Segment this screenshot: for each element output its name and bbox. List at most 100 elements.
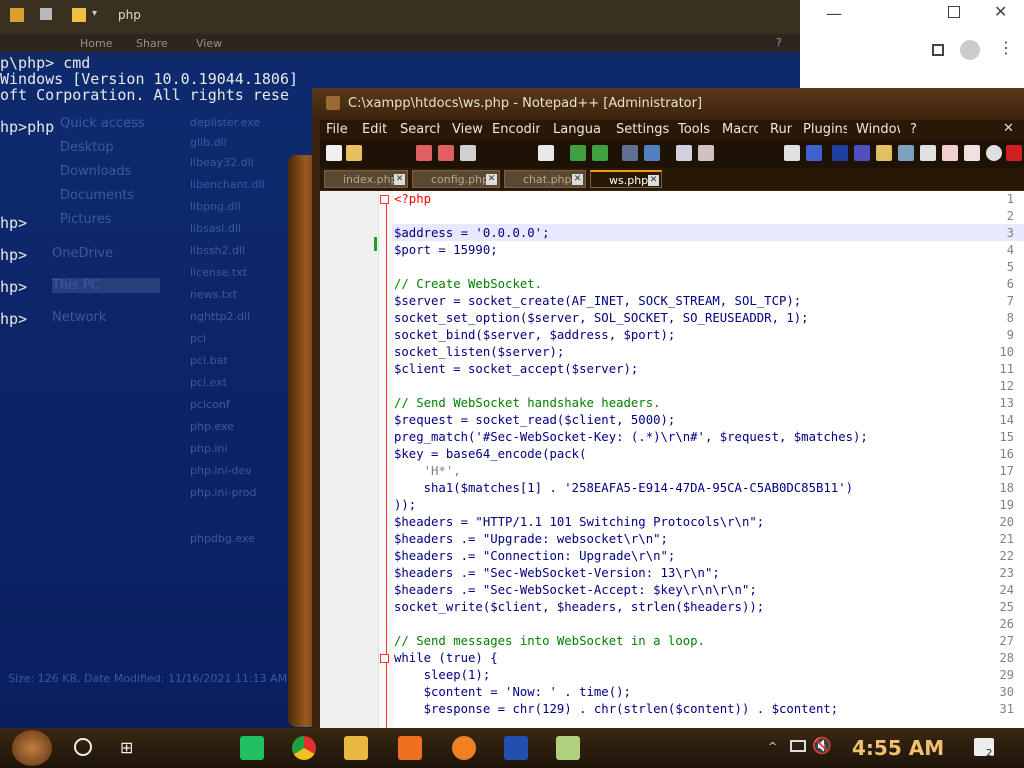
macro-play-icon[interactable]	[986, 145, 1002, 161]
close-icon[interactable]: ✕	[994, 2, 1007, 21]
change-marker	[374, 237, 377, 251]
menu-macro[interactable]: Macro	[722, 122, 758, 137]
fold-toggle-icon[interactable]	[380, 654, 389, 663]
tab-index-php[interactable]: index.php ✕	[324, 170, 408, 188]
tab-close-icon[interactable]: ✕	[394, 174, 405, 185]
line-number: 16	[999, 447, 1014, 461]
notification-count: 2	[986, 748, 993, 759]
new-folder-icon[interactable]	[72, 8, 86, 22]
more-menu-icon[interactable]: ⋮	[998, 38, 1014, 57]
paste-icon[interactable]	[538, 145, 554, 161]
notepad-plus-plus-icon[interactable]	[556, 736, 580, 760]
replace-icon[interactable]	[644, 145, 660, 161]
line-number: 30	[999, 685, 1014, 699]
notes-app-icon[interactable]	[240, 736, 264, 760]
taskbar-clock[interactable]: 4:55 AM	[852, 736, 944, 760]
show-all-chars-icon[interactable]	[806, 145, 822, 161]
ribbon-tab-home[interactable]: Home	[80, 37, 112, 50]
menu-help[interactable]: ?	[910, 122, 917, 137]
new-file-icon[interactable]	[326, 145, 342, 161]
find-icon[interactable]	[622, 145, 638, 161]
volume-muted-icon[interactable]: 🔇	[812, 736, 832, 755]
undo-icon[interactable]	[570, 145, 586, 161]
network-icon[interactable]	[790, 740, 806, 752]
notepad-plus-plus-window: C:\xampp\htdocs\ws.php - Notepad++ [Admi…	[312, 88, 1024, 728]
tab-label: ws.php	[609, 174, 649, 187]
ribbon-tab-share[interactable]: Share	[136, 37, 168, 50]
line-number: 15	[999, 430, 1014, 444]
menu-language[interactable]: Language	[553, 122, 601, 137]
code-line: $client = socket_accept($server);	[394, 362, 639, 376]
xampp-icon[interactable]	[398, 736, 422, 760]
tab-close-icon[interactable]: ✕	[648, 175, 659, 186]
zoom-in-icon[interactable]	[676, 145, 692, 161]
menu-edit[interactable]: Edit	[362, 122, 387, 137]
code-line: preg_match('#Sec-WebSocket-Key: (.*)\r\n…	[394, 430, 868, 444]
code-line: socket_bind($server, $address, $port);	[394, 328, 676, 342]
print-icon[interactable]	[460, 145, 476, 161]
code-line: $headers .= "Upgrade: websocket\r\n";	[394, 532, 668, 546]
close-all-icon[interactable]	[438, 145, 454, 161]
taskbar: ⊞ ^ 🔇 4:55 AM 2	[0, 728, 1024, 768]
line-number: 28	[999, 651, 1014, 665]
monitor-icon[interactable]	[942, 145, 958, 161]
search-app-icon[interactable]	[452, 736, 476, 760]
close-file-icon[interactable]	[416, 145, 432, 161]
wrap-icon[interactable]	[784, 145, 800, 161]
menu-window[interactable]: Window	[856, 122, 900, 137]
line-number: 1	[1006, 192, 1014, 206]
properties-icon[interactable]	[40, 8, 52, 20]
line-number: 25	[999, 600, 1014, 614]
code-line: $headers .= "Connection: Upgrade\r\n";	[394, 549, 676, 563]
line-number: 10	[999, 345, 1014, 359]
restore-icon[interactable]	[948, 6, 960, 18]
file-explorer-icon[interactable]	[344, 736, 368, 760]
close-document-icon[interactable]: ✕	[1003, 121, 1014, 136]
sidebar-toggle-icon[interactable]	[932, 44, 944, 56]
task-view-icon[interactable]: ⊞	[120, 738, 133, 757]
code-line: $request = socket_read($client, 5000);	[394, 413, 676, 427]
powershell-icon[interactable]	[504, 736, 528, 760]
chevron-up-icon[interactable]: ^	[768, 740, 777, 753]
menu-settings[interactable]: Settings	[616, 122, 669, 137]
lang-icon[interactable]	[854, 145, 870, 161]
line-number: 7	[1006, 294, 1014, 308]
macro-record-icon[interactable]	[964, 145, 980, 161]
ribbon-tab-view[interactable]: View	[196, 37, 222, 50]
code-line: 'H*',	[394, 464, 461, 478]
menu-view[interactable]: View	[452, 122, 483, 137]
tab-config-php[interactable]: config.php ✕	[412, 170, 500, 188]
menu-run[interactable]: Run	[770, 122, 792, 137]
stop-icon[interactable]	[1006, 145, 1022, 161]
help-icon[interactable]: ?	[776, 36, 782, 49]
profile-icon[interactable]	[960, 40, 980, 60]
tab-ws-php-active[interactable]: ws.php ✕	[590, 170, 662, 188]
open-file-icon[interactable]	[346, 145, 362, 161]
code-line: // Create WebSocket.	[394, 277, 543, 291]
fold-toggle-icon[interactable]	[380, 195, 389, 204]
indent-guide-icon[interactable]	[832, 145, 848, 161]
menu-file[interactable]: File	[326, 122, 348, 137]
tab-close-icon[interactable]: ✕	[572, 174, 583, 185]
doc-map-icon[interactable]	[876, 145, 892, 161]
start-button-icon[interactable]	[12, 730, 52, 766]
menu-plugins[interactable]: Plugins	[803, 122, 847, 137]
code-line: ));	[394, 498, 417, 512]
code-editor[interactable]: 1 2 3 4 5 6 7 8 9 10 11 12 13 14 15 16 17 18 19 20 21 22 23 24 2…	[320, 191, 1024, 728]
function-list-icon[interactable]	[898, 145, 914, 161]
line-number: 11	[999, 362, 1014, 376]
redo-icon[interactable]	[592, 145, 608, 161]
menu-encoding[interactable]: Encoding	[492, 122, 540, 137]
search-icon[interactable]	[74, 738, 92, 756]
minimize-icon[interactable]: —	[826, 4, 842, 23]
code-line: $port = 15990;	[394, 243, 498, 257]
quick-access-dropdown-icon[interactable]: ▾	[92, 8, 97, 19]
chrome-icon[interactable]	[292, 736, 316, 760]
zoom-out-icon[interactable]	[698, 145, 714, 161]
menu-tools[interactable]: Tools	[678, 122, 710, 137]
code-line: $headers = "HTTP/1.1 101 Switching Proto…	[394, 515, 765, 529]
menu-search[interactable]: Search	[400, 122, 440, 137]
tab-chat-php[interactable]: chat.php ✕	[504, 170, 586, 188]
folder-workspace-icon[interactable]	[920, 145, 936, 161]
tab-close-icon[interactable]: ✕	[486, 174, 497, 185]
